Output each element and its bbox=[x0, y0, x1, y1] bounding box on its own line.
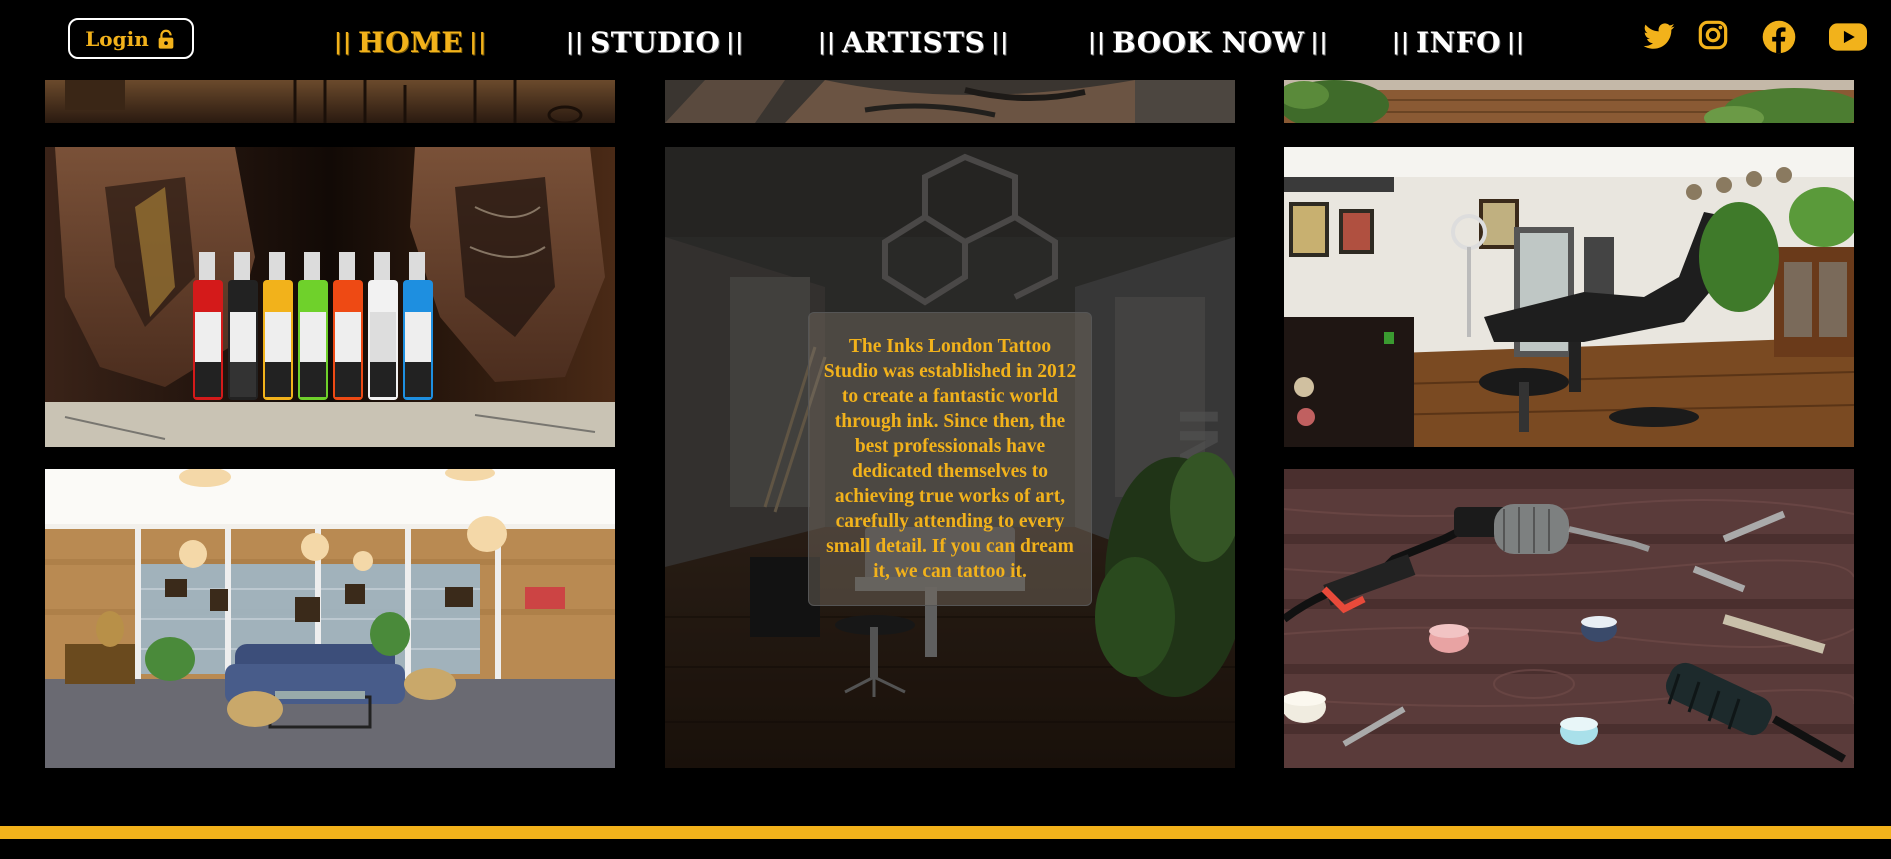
nav-separator-right: || bbox=[726, 29, 745, 55]
nav-separator-left: || bbox=[1088, 29, 1107, 55]
nav-studio[interactable]: || STUDIO || bbox=[560, 22, 750, 62]
tattoo-machine-photo bbox=[1284, 469, 1854, 768]
studio-chairs-photo bbox=[45, 80, 615, 123]
nav-info-label: INFO bbox=[1416, 25, 1501, 59]
plants-floor-photo bbox=[1284, 80, 1854, 123]
tattoo-station-photo bbox=[1284, 147, 1854, 447]
nav-home[interactable]: || HOME || bbox=[328, 22, 493, 62]
nav-separator-left: || bbox=[334, 29, 353, 55]
nav-artists[interactable]: || ARTISTS || bbox=[812, 22, 1015, 62]
nav-separator-right: || bbox=[469, 29, 488, 55]
twitter-icon[interactable] bbox=[1642, 20, 1676, 54]
about-text-box: The Inks London Tattoo Studio was establ… bbox=[808, 312, 1092, 606]
instagram-icon[interactable] bbox=[1697, 19, 1729, 51]
nav-separator-left: || bbox=[1392, 29, 1411, 55]
nav-studio-label: STUDIO bbox=[590, 25, 721, 59]
facebook-icon[interactable] bbox=[1762, 20, 1796, 54]
nav-separator-right: || bbox=[1506, 29, 1525, 55]
nav-book-now[interactable]: || BOOK NOW || bbox=[1082, 22, 1335, 62]
login-button[interactable]: Login bbox=[68, 18, 194, 59]
nav-separator-left: || bbox=[818, 29, 837, 55]
tattooed-arm-photo bbox=[665, 80, 1235, 123]
footer-accent-bar bbox=[0, 826, 1891, 839]
nav-artists-label: ARTISTS bbox=[842, 25, 986, 59]
lock-icon bbox=[158, 29, 174, 49]
nav-separator-left: || bbox=[566, 29, 585, 55]
ink-bottles-photo bbox=[45, 147, 615, 447]
nav-separator-right: || bbox=[991, 29, 1010, 55]
youtube-icon[interactable] bbox=[1829, 22, 1867, 52]
nav-home-label: HOME bbox=[358, 25, 464, 59]
nav-separator-right: || bbox=[1310, 29, 1329, 55]
about-text: The Inks London Tattoo Studio was establ… bbox=[823, 336, 1077, 582]
nav-info[interactable]: || INFO || bbox=[1386, 22, 1531, 62]
nav-book-now-label: BOOK NOW bbox=[1112, 25, 1305, 59]
login-label: Login bbox=[85, 26, 149, 51]
top-navbar: Login || HOME || || STUDIO || || ARTISTS… bbox=[0, 0, 1891, 80]
lounge-photo bbox=[45, 469, 615, 768]
